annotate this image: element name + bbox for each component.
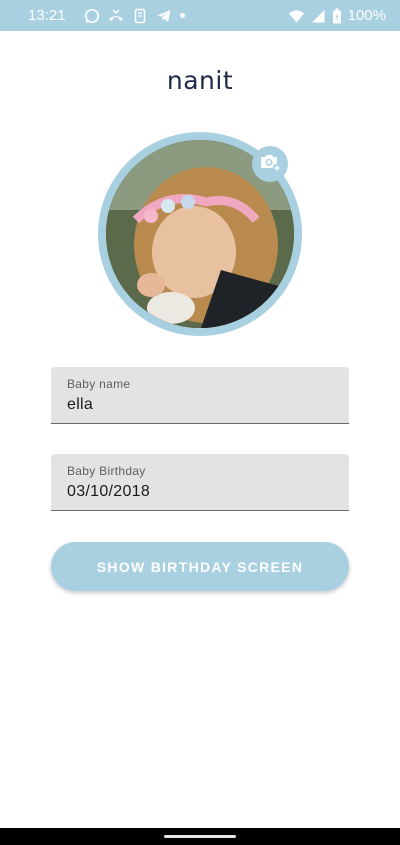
whatsapp-icon [84, 8, 100, 24]
baby-birthday-field[interactable]: Baby Birthday 03/10/2018 [51, 454, 349, 511]
baby-birthday-label: Baby Birthday [67, 464, 146, 478]
app-logo: nanit [166, 66, 234, 95]
baby-name-field[interactable]: Baby name ella [51, 367, 349, 424]
telegram-icon [156, 8, 172, 24]
storage-icon [132, 8, 148, 24]
status-right: 100% [288, 7, 386, 24]
status-left: 13:21 [28, 7, 185, 24]
status-time: 13:21 [28, 7, 66, 24]
baby-birthday-input[interactable]: 03/10/2018 [67, 483, 333, 501]
signal-icon [310, 8, 326, 24]
status-bar: 13:21 100% [0, 0, 400, 31]
missed-call-icon [108, 8, 124, 24]
baby-name-label: Baby name [67, 377, 131, 391]
notification-dot [179, 13, 185, 18]
add-photo-camera-icon [258, 150, 282, 179]
show-birthday-screen-button[interactable]: SHOW BIRTHDAY SCREEN [51, 542, 349, 591]
baby-name-input[interactable]: ella [67, 396, 333, 414]
wifi-icon [288, 8, 304, 24]
battery-icon [332, 8, 342, 24]
navigation-bar [0, 828, 400, 845]
add-photo-button[interactable] [252, 146, 288, 182]
gesture-handle[interactable] [164, 835, 236, 838]
battery-percent: 100% [347, 7, 386, 24]
